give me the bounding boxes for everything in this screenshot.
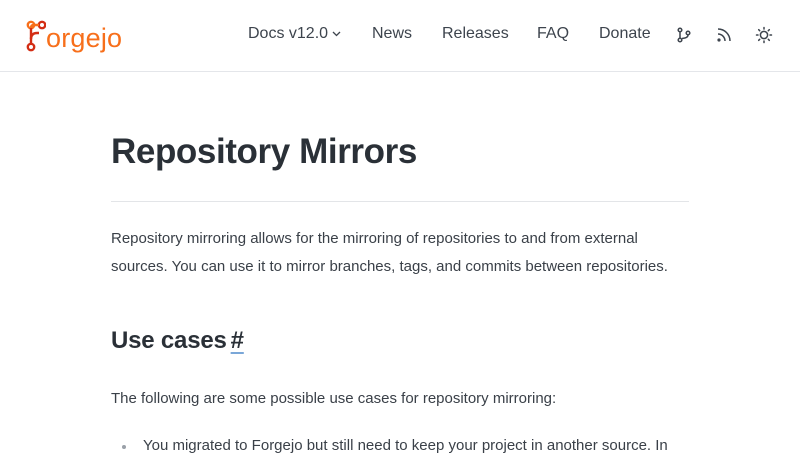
title-divider	[111, 201, 689, 202]
theme-toggle-button[interactable]	[754, 25, 774, 45]
section-heading-use-cases: Use cases #	[111, 325, 244, 357]
sun-icon	[755, 26, 773, 44]
site-header: orgejo Docs v12.0 News Releases FAQ Dona…	[0, 0, 800, 72]
list-bullet	[122, 445, 126, 449]
forgejo-logo-mark	[26, 20, 46, 52]
git-branch-icon	[677, 27, 691, 43]
use-cases-intro: The following are some possible use case…	[111, 390, 557, 407]
nav-docs-label: Docs v12.0	[248, 25, 329, 42]
heading-anchor-link[interactable]: #	[231, 327, 244, 354]
nav-faq[interactable]: FAQ	[537, 24, 569, 44]
nav-docs-dropdown[interactable]: Docs v12.0	[248, 24, 341, 44]
nav-news[interactable]: News	[372, 24, 412, 44]
forgejo-logo[interactable]: orgejo	[24, 16, 122, 56]
page-title: Repository Mirrors	[111, 132, 417, 171]
nav-donate[interactable]: Donate	[599, 24, 651, 44]
intro-paragraph: Repository mirroring allows for the mirr…	[111, 230, 668, 275]
nav-releases[interactable]: Releases	[442, 24, 509, 44]
logo-text: orgejo	[46, 22, 123, 53]
list-item: You migrated to Forgejo but still need t…	[143, 437, 668, 454]
source-repo-button[interactable]	[674, 25, 694, 45]
rss-feed-button[interactable]	[714, 25, 734, 45]
section-heading-text: Use cases	[111, 327, 227, 354]
chevron-down-icon	[332, 31, 341, 37]
rss-icon	[717, 28, 731, 42]
